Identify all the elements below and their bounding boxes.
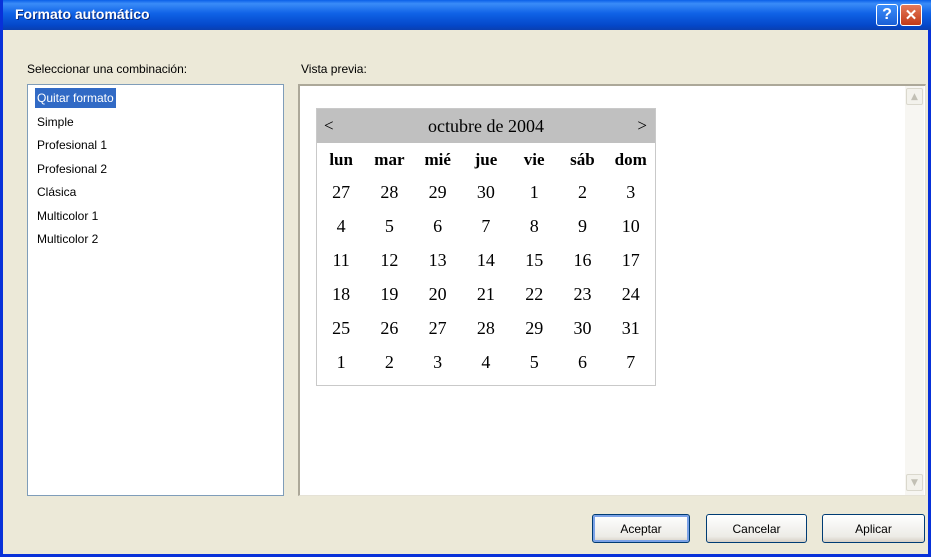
scroll-down-icon: ▼: [911, 477, 918, 488]
scroll-down-button[interactable]: ▼: [906, 474, 923, 491]
day-cell[interactable]: 2: [558, 182, 606, 203]
close-button[interactable]: ✕: [900, 4, 922, 26]
day-cell[interactable]: 1: [510, 182, 558, 203]
autoformat-dialog: Formato automático ? ✕ Seleccionar una c…: [0, 0, 931, 557]
calendar-title: octubre de 2004: [428, 116, 544, 136]
day-cell[interactable]: 3: [607, 182, 655, 203]
calendar-grid: lun mar mié jue vie sáb dom 27 28 29 30 1 2 3 4 5 6 7 8 9 10…: [317, 145, 655, 379]
day-cell[interactable]: 21: [462, 284, 510, 305]
scheme-list-item[interactable]: Profesional 1: [35, 135, 109, 155]
next-month-link[interactable]: >: [637, 116, 647, 136]
weekday-label: mar: [374, 150, 405, 169]
week-row: 1234567: [317, 345, 655, 379]
scheme-listbox[interactable]: Quitar formato Simple Profesional 1 Profesi…: [27, 84, 284, 496]
calendar-preview: < octubre de 2004 > lun mar mié jue vie sáb do…: [316, 108, 656, 386]
day-cell[interactable]: 19: [365, 284, 413, 305]
day-cell[interactable]: 4: [317, 216, 365, 237]
day-cell[interactable]: 25: [317, 318, 365, 339]
day-cell[interactable]: 6: [558, 352, 606, 373]
help-icon: ?: [882, 6, 892, 23]
day-cell[interactable]: 6: [414, 216, 462, 237]
day-cell[interactable]: 3: [414, 352, 462, 373]
day-cell[interactable]: 30: [558, 318, 606, 339]
apply-button[interactable]: Aplicar: [822, 514, 925, 543]
window-title: Formato automático: [15, 6, 150, 22]
title-bar[interactable]: Formato automático ? ✕: [3, 0, 931, 30]
day-cell[interactable]: 24: [607, 284, 655, 305]
day-cell[interactable]: 31: [607, 318, 655, 339]
day-cell[interactable]: 9: [558, 216, 606, 237]
scheme-list-item[interactable]: Multicolor 2: [35, 229, 100, 249]
preview-pane: < octubre de 2004 > lun mar mié jue vie sáb do…: [298, 84, 926, 496]
day-cell[interactable]: 5: [365, 216, 413, 237]
week-row: 25 26 27 28 29 30 31: [317, 311, 655, 345]
weekday-label: vie: [523, 150, 545, 169]
scheme-list-item[interactable]: Profesional 2: [35, 159, 109, 179]
day-cell[interactable]: 10: [607, 216, 655, 237]
week-row: 18 19 20 21 22 23 24: [317, 277, 655, 311]
ok-button[interactable]: Aceptar: [592, 514, 690, 543]
cancel-button[interactable]: Cancelar: [706, 514, 807, 543]
weekday-label: sáb: [570, 150, 595, 169]
day-cell[interactable]: 27: [317, 182, 365, 203]
day-cell[interactable]: 11: [317, 250, 365, 271]
weekday-header-row: lun mar mié jue vie sáb dom: [317, 145, 655, 175]
day-cell[interactable]: 7: [462, 216, 510, 237]
day-cell[interactable]: 16: [558, 250, 606, 271]
day-cell[interactable]: 29: [510, 318, 558, 339]
scroll-up-icon: ▲: [911, 91, 918, 102]
day-cell[interactable]: 22: [510, 284, 558, 305]
day-cell[interactable]: 29: [414, 182, 462, 203]
help-button[interactable]: ?: [876, 4, 898, 26]
scroll-up-button[interactable]: ▲: [906, 88, 923, 105]
day-cell[interactable]: 5: [510, 352, 558, 373]
day-cell[interactable]: 28: [365, 182, 413, 203]
preview-label: Vista previa:: [301, 62, 367, 76]
day-cell[interactable]: 7: [607, 352, 655, 373]
scheme-list-label: Seleccionar una combinación:: [27, 62, 188, 76]
day-cell[interactable]: 23: [558, 284, 606, 305]
weekday-label: lun: [329, 150, 353, 169]
day-cell[interactable]: 12: [365, 250, 413, 271]
day-cell[interactable]: 30: [462, 182, 510, 203]
week-row: 4 5 6 7 8 9 10: [317, 209, 655, 243]
day-cell[interactable]: 2: [365, 352, 413, 373]
day-cell[interactable]: 14: [462, 250, 510, 271]
week-row: 11 12 13 14 15 16 17: [317, 243, 655, 277]
day-cell[interactable]: 28: [462, 318, 510, 339]
day-cell[interactable]: 4: [462, 352, 510, 373]
weekday-label: dom: [614, 150, 647, 169]
weekday-label: jue: [474, 150, 498, 169]
close-icon: ✕: [904, 7, 918, 24]
calendar-header: < octubre de 2004 >: [317, 109, 655, 143]
scheme-list-item[interactable]: Quitar formato: [35, 88, 116, 108]
day-cell[interactable]: 8: [510, 216, 558, 237]
day-cell[interactable]: 17: [607, 250, 655, 271]
scheme-list-item[interactable]: Multicolor 1: [35, 206, 100, 226]
day-cell[interactable]: 27: [414, 318, 462, 339]
day-cell[interactable]: 26: [365, 318, 413, 339]
scheme-list-item[interactable]: Simple: [35, 112, 76, 132]
scheme-list-item[interactable]: Clásica: [35, 182, 78, 202]
day-cell[interactable]: 15: [510, 250, 558, 271]
weekday-label: mié: [424, 150, 451, 169]
day-cell[interactable]: 20: [414, 284, 462, 305]
day-cell[interactable]: 1: [317, 352, 365, 373]
preview-scrollbar[interactable]: ▲ ▼: [905, 86, 924, 495]
day-cell[interactable]: 13: [414, 250, 462, 271]
week-row: 27 28 29 30 1 2 3: [317, 175, 655, 209]
day-cell[interactable]: 18: [317, 284, 365, 305]
